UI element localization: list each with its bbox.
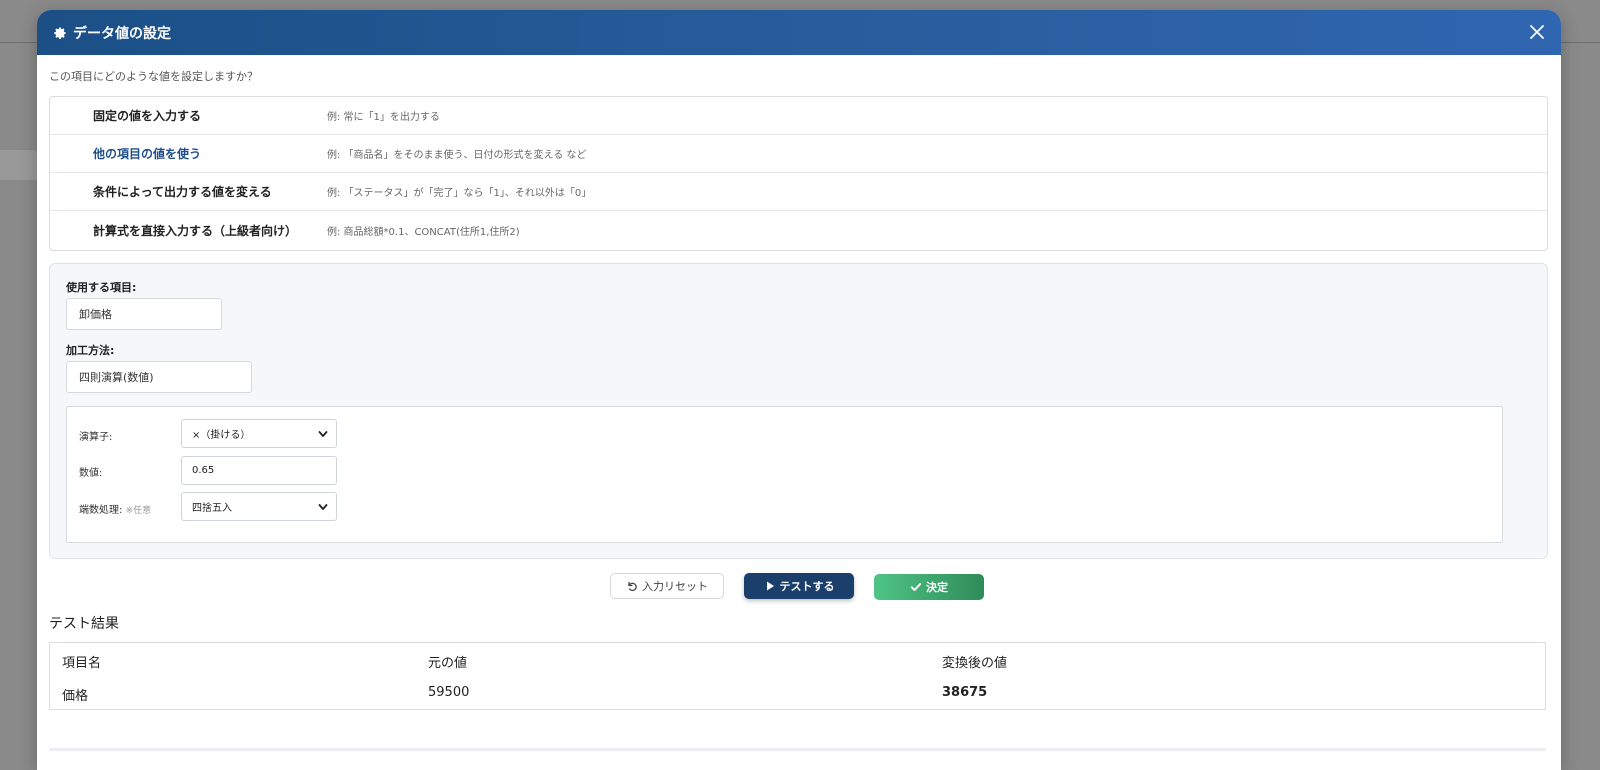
dialog-header: データ値の設定 — [37, 10, 1561, 55]
option-label: 固定の値を入力する — [93, 109, 202, 123]
rounding-label-text: 端数処理: — [79, 505, 123, 516]
test-button[interactable]: テストする — [744, 573, 854, 599]
test-button-label: テストする — [779, 580, 835, 593]
method-selector[interactable]: 四則演算(数値) — [66, 361, 252, 393]
option-fixed-value[interactable]: 固定の値を入力する 例: 常に「1」を出力する — [50, 97, 1547, 135]
undo-icon — [626, 580, 638, 592]
backdrop-band — [0, 150, 40, 180]
dialog-title: データ値の設定 — [73, 25, 171, 42]
operator-select[interactable]: ×（掛ける） — [181, 419, 337, 448]
number-value: 0.65 — [192, 465, 215, 476]
check-icon — [910, 581, 922, 593]
test-result-title: テスト結果 — [49, 616, 119, 632]
option-use-other-field[interactable]: 他の項目の値を使う 例: 「商品名」をそのまま使う、日付の形式を変える など — [50, 135, 1547, 173]
rounding-select[interactable]: 四捨五入 — [181, 492, 337, 521]
header-original-value: 元の値 — [428, 656, 468, 671]
option-example: 例: 「ステータス」が「完了」なら「1」、それ以外は「0」 — [327, 188, 592, 199]
play-icon — [764, 580, 776, 592]
option-conditional[interactable]: 条件によって出力する値を変える 例: 「ステータス」が「完了」なら「1」、それ以… — [50, 173, 1547, 211]
reset-button[interactable]: 入力リセット — [610, 573, 724, 599]
field-selector[interactable]: 卸価格 — [66, 298, 222, 330]
chevron-down-icon — [318, 502, 328, 512]
header-field-name: 項目名 — [62, 656, 102, 671]
option-example: 例: 常に「1」を出力する — [327, 112, 440, 123]
rounding-label: 端数処理: ※任意 — [79, 501, 151, 516]
operator-value: ×（掛ける） — [192, 430, 251, 441]
option-label: 計算式を直接入力する（上級者向け） — [93, 223, 298, 238]
field-label: 使用する項目: — [66, 281, 137, 294]
row-converted-value: 38675 — [942, 685, 988, 700]
table-header-row: 項目名 元の値 変換後の値 — [50, 643, 1545, 676]
row-field-name: 価格 — [62, 689, 89, 704]
number-input[interactable]: 0.65 — [181, 456, 337, 485]
rounding-value: 四捨五入 — [192, 503, 232, 514]
chevron-down-icon — [318, 429, 328, 439]
operator-label: 演算子: — [79, 432, 113, 443]
option-label: 条件によって出力する値を変える — [93, 185, 272, 199]
config-panel: 使用する項目: 卸価格 加工方法: 四則演算(数値) 演算子: ×（掛ける） 数… — [49, 263, 1548, 559]
footer-divider — [49, 748, 1546, 751]
option-formula[interactable]: 計算式を直接入力する（上級者向け） 例: 商品総額*0.1、CONCAT(住所1… — [50, 211, 1547, 249]
value-type-options: 固定の値を入力する 例: 常に「1」を出力する 他の項目の値を使う 例: 「商品… — [49, 96, 1548, 251]
method-label: 加工方法: — [66, 344, 115, 357]
header-converted-value: 変換後の値 — [942, 656, 1008, 671]
gear-icon — [53, 26, 67, 40]
number-label: 数値: — [79, 468, 103, 479]
data-value-dialog: データ値の設定 この項目にどのような値を設定しますか？ 固定の値を入力する 例:… — [37, 10, 1561, 770]
option-label: 他の項目の値を使う — [93, 147, 202, 161]
reset-button-label: 入力リセット — [642, 580, 708, 593]
table-row: 価格 59500 38675 — [50, 676, 1545, 709]
confirm-button[interactable]: 決定 — [874, 574, 984, 600]
rounding-optional-note: ※任意 — [125, 506, 152, 516]
confirm-button-label: 決定 — [926, 581, 948, 594]
close-icon[interactable] — [1527, 22, 1547, 42]
option-example: 例: 「商品名」をそのまま使う、日付の形式を変える など — [327, 150, 587, 161]
option-example: 例: 商品総額*0.1、CONCAT(住所1,住所2) — [327, 226, 520, 238]
row-original-value: 59500 — [428, 685, 470, 700]
dialog-prompt: この項目にどのような値を設定しますか？ — [49, 70, 258, 83]
test-result-table: 項目名 元の値 変換後の値 価格 59500 38675 — [49, 642, 1546, 710]
arithmetic-panel: 演算子: ×（掛ける） 数値: 0.65 端数処理: ※任意 四捨五入 — [66, 406, 1503, 543]
